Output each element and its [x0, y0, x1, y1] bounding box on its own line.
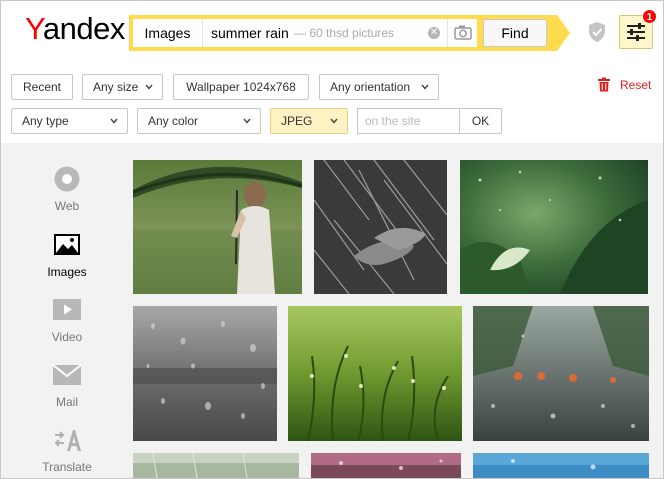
search-bar-arrow — [557, 15, 570, 51]
sidebar-item-label: Images — [47, 265, 87, 279]
video-icon — [53, 299, 81, 320]
images-icon — [54, 234, 80, 255]
sidebar-item-video[interactable]: Video — [17, 296, 117, 356]
image-tile-rain-meadow[interactable] — [133, 453, 299, 478]
image-tile-blue-drops[interactable] — [473, 453, 649, 478]
chevron-down-icon — [421, 84, 429, 90]
search-input[interactable]: Images summer rain — 60 thsd pictures ✕ — [133, 19, 477, 47]
filter-recent[interactable]: Recent — [11, 74, 73, 100]
image-tile-pink-rain[interactable] — [311, 453, 461, 478]
filter-orientation-select[interactable]: Any orientation — [319, 74, 439, 100]
image-tile-wet-grass[interactable] — [288, 306, 462, 441]
filter-format-label: JPEG — [281, 114, 313, 128]
sidebar-item-web[interactable]: Web — [17, 165, 117, 225]
image-tile-woman-umbrella[interactable] — [133, 160, 302, 294]
sidebar-item-label: Translate — [42, 460, 92, 474]
translate-icon — [54, 430, 81, 451]
chevron-down-icon — [330, 118, 338, 124]
results-area: Web Images Video Mail Translate — [1, 143, 663, 478]
sidebar-item-translate[interactable]: Translate — [17, 426, 117, 478]
yandex-logo[interactable]: Yandex — [25, 11, 125, 47]
logo-letter-y: Y — [25, 11, 43, 46]
camera-search-icon[interactable] — [447, 19, 477, 47]
filter-color-label: Any color — [148, 114, 199, 128]
logo-text: andex — [42, 11, 125, 46]
image-tile-rainy-street[interactable] — [473, 306, 649, 441]
sidebar-item-label: Mail — [55, 395, 78, 409]
image-tile-glass-drops[interactable] — [133, 306, 277, 441]
sidebar-item-images[interactable]: Images — [17, 231, 117, 291]
filter-wallpaper[interactable]: Wallpaper 1024x768 — [173, 74, 309, 100]
clear-icon[interactable]: ✕ — [428, 27, 440, 39]
chevron-down-icon — [243, 118, 251, 124]
reset-label: Reset — [620, 78, 652, 92]
chevron-down-icon — [145, 84, 153, 90]
chevron-down-icon — [110, 118, 118, 124]
filter-format-select[interactable]: JPEG — [270, 108, 348, 134]
filter-type-select[interactable]: Any type — [11, 108, 128, 134]
search-query-text[interactable]: summer rain — [211, 19, 289, 47]
filter-orientation-label: Any orientation — [330, 80, 411, 94]
search-bar: Images summer rain — 60 thsd pictures ✕ … — [129, 15, 557, 51]
shield-icon[interactable] — [587, 21, 607, 43]
filter-type-label: Any type — [22, 114, 69, 128]
mail-icon — [53, 364, 81, 385]
notification-badge: 1 — [642, 9, 657, 24]
sidebar-item-mail[interactable]: Mail — [17, 361, 117, 421]
sidebar-item-label: Video — [51, 330, 83, 344]
search-service-tag[interactable]: Images — [133, 19, 203, 47]
filter-size-label: Any size — [93, 80, 139, 94]
service-sidebar: Web Images Video Mail Translate — [1, 143, 133, 478]
site-filter-input[interactable] — [357, 108, 459, 134]
web-icon — [54, 166, 80, 192]
trash-icon — [598, 77, 610, 92]
filters-bar: Recent Any size Wallpaper 1024x768 Any o… — [1, 67, 663, 143]
site-filter-ok-button[interactable]: OK — [459, 108, 502, 134]
sidebar-item-label: Web — [54, 199, 80, 213]
reset-filters-link[interactable]: Reset — [597, 76, 651, 94]
search-results-hint: — 60 thsd pictures — [294, 26, 395, 40]
settings-button[interactable]: 1 — [619, 9, 657, 49]
image-tile-leaves-rain[interactable] — [460, 160, 648, 294]
image-tile-hands-rain[interactable] — [314, 160, 447, 294]
find-button[interactable]: Find — [483, 19, 547, 47]
filter-color-select[interactable]: Any color — [137, 108, 261, 134]
header: Yandex Images summer rain — 60 thsd pict… — [1, 1, 663, 67]
filter-size-select[interactable]: Any size — [82, 74, 163, 100]
